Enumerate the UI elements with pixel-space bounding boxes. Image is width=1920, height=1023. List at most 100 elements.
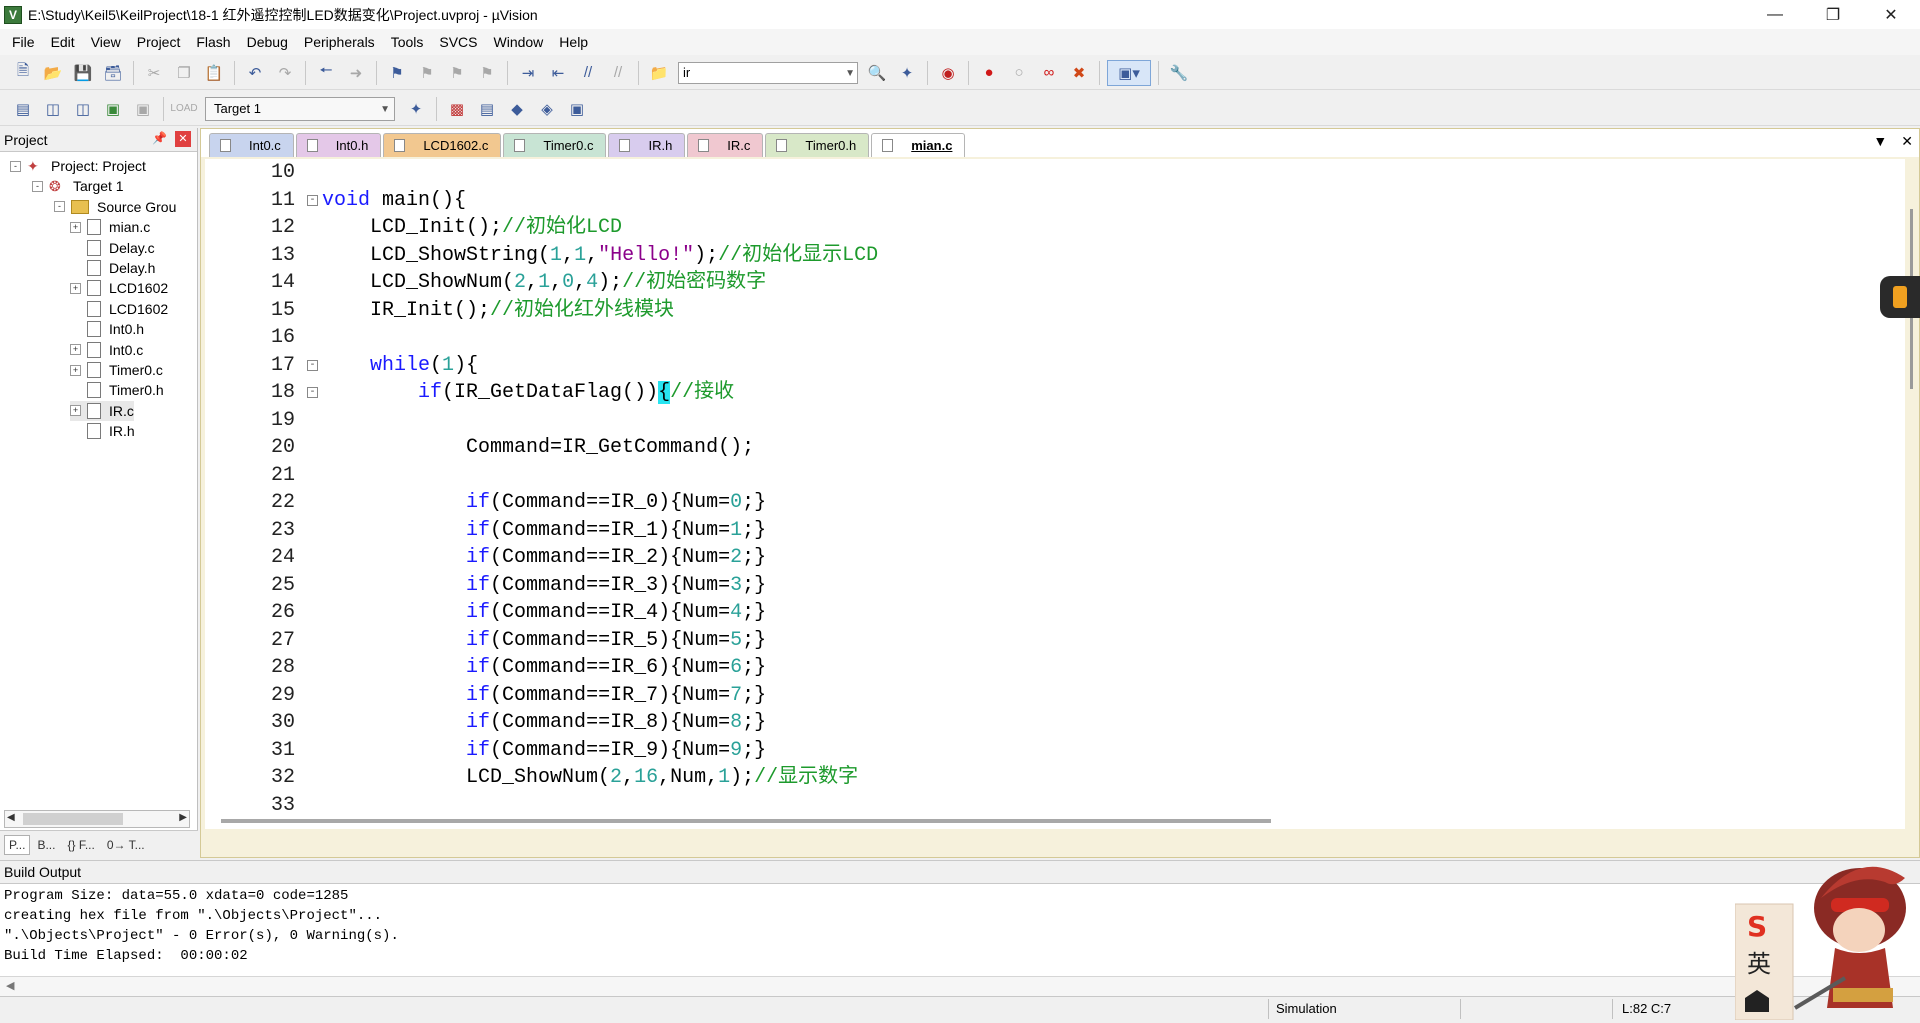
pack-installer-icon[interactable]: ◈ (534, 96, 560, 122)
tab-templates[interactable]: 0→ T... (102, 835, 150, 855)
tab-int0-c[interactable]: Int0.c (209, 133, 294, 157)
nav-forward-icon[interactable]: ➜ (343, 60, 369, 86)
uncomment-icon[interactable]: // (605, 60, 631, 86)
menu-help[interactable]: Help (551, 29, 596, 55)
copy-icon[interactable]: ❐ (171, 60, 197, 86)
collapse-icon[interactable]: - (10, 160, 21, 172)
close-tab-icon[interactable]: ✕ (1901, 133, 1913, 150)
open-file-icon[interactable]: 📂 (40, 60, 66, 86)
window-layout-icon[interactable]: ▣▾ (1107, 59, 1151, 86)
bookmark-icon[interactable]: ⚑ (384, 60, 410, 86)
collapse-icon[interactable]: - (54, 201, 65, 213)
menu-edit[interactable]: Edit (43, 29, 83, 55)
tab-ir-h[interactable]: IR.h (608, 133, 686, 157)
editor-horizontal-scrollbar[interactable] (221, 819, 1271, 823)
undo-icon[interactable]: ↶ (242, 60, 268, 86)
cut-icon[interactable]: ✂ (141, 60, 167, 86)
comment-icon[interactable]: // (575, 60, 601, 86)
tree-item[interactable]: - ❂ Target 1 (32, 176, 124, 196)
close-panel-icon[interactable]: ✕ (175, 131, 191, 147)
collapse-icon[interactable]: - (32, 180, 43, 192)
download-icon[interactable]: LOAD (170, 96, 197, 122)
tab-mian-c[interactable]: mian.c (871, 133, 966, 157)
menu-window[interactable]: Window (486, 29, 552, 55)
tree-item[interactable]: + Timer0.c (70, 360, 163, 380)
tree-item[interactable]: Timer0.h (70, 380, 164, 400)
minimize-icon[interactable]: — (1746, 0, 1804, 29)
kill-breakpoints-icon[interactable]: ✖ (1066, 60, 1092, 86)
software-packs-icon[interactable]: ▣ (564, 96, 590, 122)
collapse-icon[interactable]: - (307, 359, 318, 371)
code-editor[interactable]: 10 11- void main(){12 LCD_Init();//初始化LCD 1… (205, 159, 1905, 829)
tree-item[interactable]: + mian.c (70, 217, 150, 237)
build-icon[interactable]: ◫ (40, 96, 66, 122)
manage-rte-icon[interactable]: ◆ (504, 96, 530, 122)
disable-breakpoints-icon[interactable]: ∞ (1036, 60, 1062, 86)
tree-item[interactable]: Delay.c (70, 238, 155, 258)
pin-icon[interactable]: 📌 (152, 131, 167, 145)
save-icon[interactable]: 💾 (70, 60, 96, 86)
menu-flash[interactable]: Flash (188, 29, 238, 55)
menu-project[interactable]: Project (129, 29, 189, 55)
tree-item[interactable]: + LCD1602 (70, 278, 168, 298)
rebuild-icon[interactable]: ◫ (70, 96, 96, 122)
build-output-scrollbar[interactable]: ◀ (0, 976, 1920, 996)
target-select[interactable]: Target 1 ▼ (205, 96, 395, 121)
tree-item[interactable]: - Source Grou (54, 197, 176, 217)
tab-functions[interactable]: {} F... (62, 835, 99, 855)
project-horizontal-scrollbar[interactable]: ◀ ▶ (4, 810, 190, 828)
prev-bookmark-icon[interactable]: ⚑ (414, 60, 440, 86)
tab-timer0-h[interactable]: Timer0.h (765, 133, 870, 157)
menu-svcs[interactable]: SVCS (431, 29, 485, 55)
scroll-left-icon[interactable]: ◀ (6, 979, 14, 992)
enable-breakpoint-icon[interactable]: ○ (1006, 60, 1032, 86)
configure-icon[interactable]: 🔧 (1166, 60, 1192, 86)
tab-timer0-c[interactable]: Timer0.c (503, 133, 607, 157)
scroll-right-icon[interactable]: ▶ (179, 812, 187, 823)
close-icon[interactable]: ✕ (1862, 0, 1920, 29)
chevron-down-icon[interactable]: ▼ (845, 64, 855, 84)
expand-icon[interactable]: + (70, 221, 81, 233)
translate-icon[interactable]: ▤ (10, 96, 36, 122)
tree-item[interactable]: Int0.h (70, 319, 144, 339)
tree-item[interactable]: - ✦ Project: Project (10, 156, 146, 176)
find-in-files-icon[interactable]: 📁 (646, 60, 672, 86)
scroll-left-icon[interactable]: ◀ (7, 812, 15, 823)
scroll-thumb[interactable] (23, 813, 123, 825)
find-icon[interactable]: 🔍 (864, 60, 890, 86)
indent-icon[interactable]: ⇥ (515, 60, 541, 86)
tree-item[interactable]: Delay.h (70, 258, 155, 278)
manage-project-items-icon[interactable]: ▩ (444, 96, 470, 122)
batch-build-icon[interactable]: ▣ (100, 96, 126, 122)
menu-file[interactable]: File (4, 29, 43, 55)
tab-int0-h[interactable]: Int0.h (295, 133, 382, 157)
expand-icon[interactable]: + (70, 364, 81, 376)
menu-tools[interactable]: Tools (383, 29, 432, 55)
save-all-icon[interactable]: 🗃 (100, 60, 126, 86)
floating-widget[interactable] (1880, 276, 1920, 318)
tree-item[interactable]: + Int0.c (70, 340, 143, 360)
find-combo[interactable]: ir ▼ (678, 61, 858, 84)
menu-peripherals[interactable]: Peripherals (296, 29, 383, 55)
next-bookmark-icon[interactable]: ⚑ (444, 60, 470, 86)
tree-item[interactable]: LCD1602 (70, 299, 168, 319)
clear-bookmarks-icon[interactable]: ⚑ (474, 60, 500, 86)
expand-icon[interactable]: + (70, 405, 81, 417)
new-file-icon[interactable]: 🗎 (10, 60, 36, 86)
stop-build-icon[interactable]: ▣ (130, 96, 156, 122)
redo-icon[interactable]: ↷ (272, 60, 298, 86)
tab-ir-c[interactable]: IR.c (687, 133, 764, 157)
nav-back-icon[interactable]: 🠔 (313, 60, 339, 86)
target-options-icon[interactable]: ✦ (403, 96, 429, 122)
unindent-icon[interactable]: ⇤ (545, 60, 571, 86)
select-packs-icon[interactable]: ▤ (474, 96, 500, 122)
incremental-find-icon[interactable]: ✦ (894, 60, 920, 86)
restore-icon[interactable]: ❐ (1804, 0, 1862, 29)
tab-books[interactable]: B... (32, 835, 60, 855)
tab-project[interactable]: P... (4, 834, 31, 855)
expand-icon[interactable]: + (70, 344, 81, 356)
paste-icon[interactable]: 📋 (201, 60, 227, 86)
debug-session-icon[interactable]: ◉ (935, 60, 961, 86)
menu-debug[interactable]: Debug (239, 29, 296, 55)
insert-breakpoint-icon[interactable]: ● (976, 60, 1002, 86)
